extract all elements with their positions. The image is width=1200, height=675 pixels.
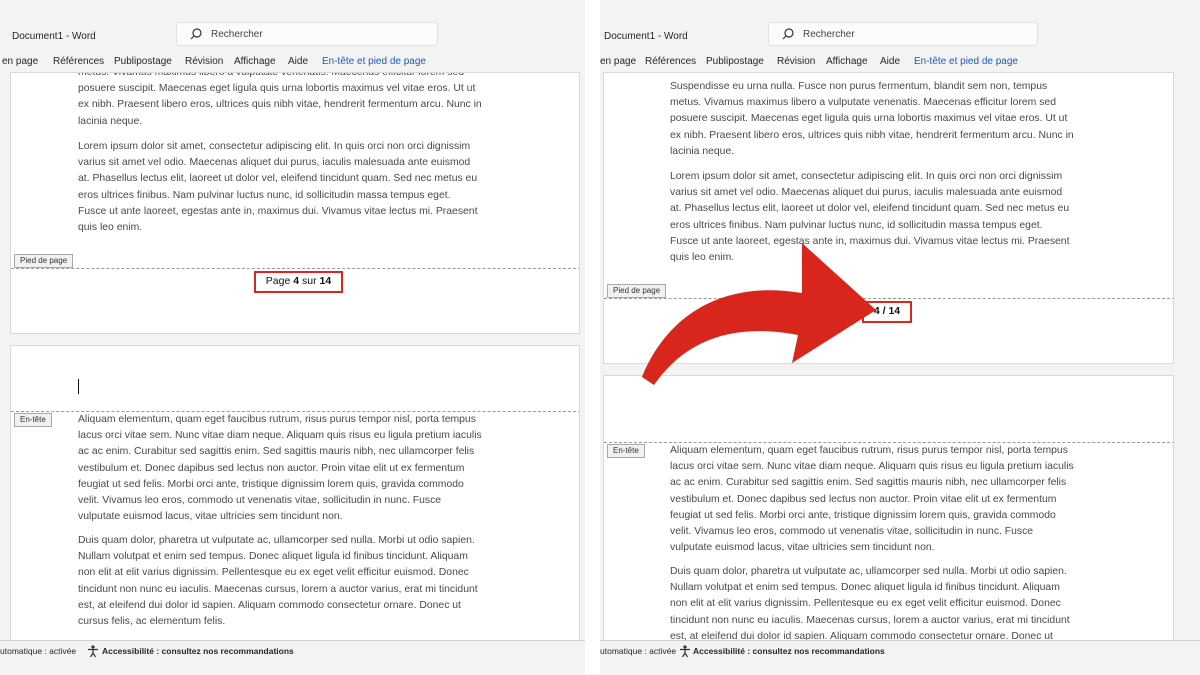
paragraph-aliquam: Aliquam elementum, quam eget faucibus ru… [78,412,528,525]
paragraph-suspendisse: metus. Vivamus maximus libero a vulputat… [78,72,528,130]
tab-mise-en-page[interactable]: en page [600,56,636,67]
text-line: Duis quam dolor, pharetra ut vulputate a… [670,566,1067,577]
text-line: Lorem ipsum dolor sit amet, consectetur … [670,171,1063,182]
word-window-before: Document1 - Word Rechercher en page Réfé… [0,0,585,675]
tab-publipostage[interactable]: Publipostage [114,56,172,67]
tab-revision[interactable]: Révision [777,56,815,67]
header-zone-label[interactable]: En-tête [14,413,52,427]
tab-en-tete-pied-de-page[interactable]: En-tête et pied de page [322,56,426,67]
text-line: vulputate euismod lacus, vitae ultricies… [670,542,935,554]
search-icon [782,28,794,40]
text-line: non elit at elit varius dignissim. Pelle… [78,567,469,579]
search-icon [190,28,202,40]
text-line: quis leo enim. [78,222,143,234]
red-curved-arrow-icon [642,243,876,385]
text-line: ac ac enim. Curabitur sed sagittis enim.… [670,477,1067,489]
text-line: Aliquam elementum, quam eget faucibus ru… [78,414,476,425]
text-line: varius sit amet vel odio. Maecenas aliqu… [78,157,471,169]
accessibility-status[interactable]: Accessibilité : consultez nos recommanda… [693,646,885,656]
paragraph-suspendisse: Suspendisse eu urna nulla. Fusce non pur… [670,79,1120,160]
tab-revision[interactable]: Révision [185,56,223,67]
text-line: est, at eleifend dui dolor id sapien. Al… [78,599,461,611]
search-placeholder: Rechercher [803,29,855,40]
autosave-status[interactable]: utomatique : activée [600,646,676,656]
text-line: ex nibh. Praesent libero eros, ultrices … [670,129,1074,141]
tab-affichage[interactable]: Affichage [234,56,276,67]
tab-publipostage[interactable]: Publipostage [706,56,764,67]
text-line: varius sit amet vel odio. Maecenas aliqu… [670,187,1063,199]
tab-references[interactable]: Références [645,56,696,67]
document-title: Document1 - Word [12,31,96,42]
text-line: eros ultrices finibus. Nam pulvinar luct… [670,219,1043,231]
text-line: vestibulum et. Donec dapibus sed lectus … [670,493,1057,505]
text-line: tincidunt non nunc eu iaculis. Maecenas … [670,614,1070,626]
search-box[interactable]: Rechercher [176,22,438,46]
text-line: Lorem ipsum dolor sit amet, consectetur … [78,141,471,152]
tab-en-tete-pied-de-page[interactable]: En-tête et pied de page [914,56,1018,67]
header-zone-label[interactable]: En-tête [607,444,645,458]
page-total: 14 [888,305,901,317]
text-line: vestibulum et. Donec dapibus sed lectus … [78,462,465,474]
text-line: at. Phasellus lectus elit, laoreet ut do… [670,203,1070,215]
tab-mise-en-page[interactable]: en page [2,56,38,67]
text-line: lacinia neque. [670,145,735,157]
tab-references[interactable]: Références [53,56,104,67]
status-bar: utomatique : activée Accessibilité : con… [600,640,1200,662]
text-cursor [78,379,79,394]
page-prefix: Page [265,275,294,287]
title-bar: Document1 - Word Rechercher [0,14,585,54]
text-line: posuere suscipit. Maecenas eget ligula q… [78,83,476,95]
text-line: Nullam volutpat et enim sed tempus. Done… [78,551,468,563]
text-line: posuere suscipit. Maecenas eget ligula q… [670,113,1068,125]
text-line: lacus orci vitae sem. Nunc vitae diam ne… [670,461,1074,473]
page-mid: sur [299,275,320,287]
page-5-top: En-tête Aliquam elementum, quam eget fau… [603,375,1174,645]
text-line: eros ultrices finibus. Nam pulvinar luct… [78,189,451,201]
tab-affichage[interactable]: Affichage [826,56,868,67]
text-line: Nullam volutpat et enim sed tempus. Done… [670,582,1060,594]
title-bar: Document1 - Word Rechercher [600,14,1200,54]
text-line: at. Phasellus lectus elit, laoreet ut do… [78,173,478,185]
document-title: Document1 - Word [604,31,688,42]
text-line: tincidunt non nunc eu iaculis. Maecenas … [78,583,478,595]
status-bar: utomatique : activée Accessibilité : con… [0,640,585,662]
text-line: velit. Vivamus leo eros, commodo ut vene… [670,526,1034,538]
text-line: Aliquam elementum, quam eget faucibus ru… [670,445,1068,456]
paragraph-duis: Duis quam dolor, pharetra ut vulputate a… [78,533,528,630]
text-line: non elit at elit varius dignissim. Pelle… [670,598,1061,610]
page-4-bottom: metus. Vivamus maximus libero a vulputat… [10,72,580,334]
accessibility-icon [680,645,690,658]
ribbon-tabs: en page Références Publipostage Révision… [600,55,1200,71]
text-line: Fusce ut ante laoreet, egestas ante in, … [78,205,478,217]
paragraph-lorem: Lorem ipsum dolor sit amet, consectetur … [78,139,528,236]
text-line: Suspendisse eu urna nulla. Fusce non pur… [670,81,1048,92]
search-placeholder: Rechercher [211,29,263,40]
paragraph-aliquam: Aliquam elementum, quam eget faucibus ru… [670,443,1120,556]
page-number-field-before[interactable]: Page 4 sur 14 [254,271,343,293]
autosave-status[interactable]: utomatique : activée [0,646,76,656]
text-line: Duis quam dolor, pharetra ut vulputate a… [78,535,475,546]
text-line: cursus felis, ac elementum felis. [78,616,226,628]
text-line: feugiat ut sed felis. Morbi orci ante, t… [78,478,464,490]
page-5-top: En-tête Aliquam elementum, quam eget fau… [10,345,580,645]
footer-zone-label[interactable]: Pied de page [14,254,74,268]
search-box[interactable]: Rechercher [768,22,1038,46]
accessibility-status[interactable]: Accessibilité : consultez nos recommanda… [102,646,294,656]
footer-separator [11,268,579,269]
text-line: lacus orci vitae sem. Nunc vitae diam ne… [78,430,482,442]
paragraph-duis: Duis quam dolor, pharetra ut vulputate a… [670,564,1120,644]
text-line: metus. Vivamus maximus libero a vulputat… [670,97,1056,109]
text-line: metus. Vivamus maximus libero a vulputat… [78,72,464,78]
text-line: velit. Vivamus leo eros, commodo ut vene… [78,495,442,507]
text-line: vulputate euismod lacus, vitae ultricies… [78,511,343,523]
ribbon-tabs: en page Références Publipostage Révision… [0,55,585,71]
text-line: ex nibh. Praesent libero eros, ultrices … [78,99,482,111]
page-total: 14 [319,275,332,287]
text-line: lacinia neque. [78,115,143,127]
text-line: feugiat ut sed felis. Morbi orci ante, t… [670,509,1056,521]
accessibility-icon [88,645,98,658]
tab-aide[interactable]: Aide [880,56,900,67]
text-line: ac ac enim. Curabitur sed sagittis enim.… [78,446,475,458]
tab-aide[interactable]: Aide [288,56,308,67]
